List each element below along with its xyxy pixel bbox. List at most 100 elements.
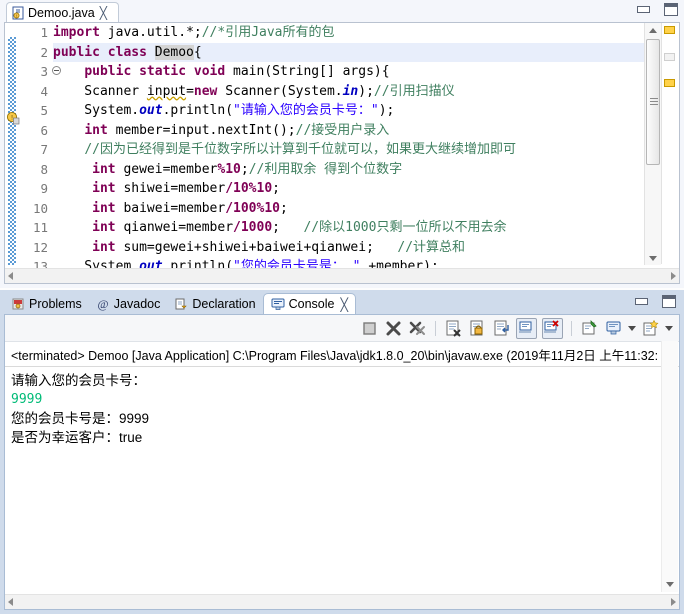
code-token: ; — [272, 181, 280, 196]
code-token: //*引用Java所有的包 — [201, 25, 335, 40]
xx-icon[interactable] — [408, 319, 427, 338]
line-number: 12 — [32, 239, 48, 255]
code-token: int — [92, 220, 124, 235]
problems-icon — [11, 297, 25, 311]
editor-change-gutter: ! — [5, 23, 20, 283]
code-token: ; — [272, 220, 304, 235]
new-console-icon[interactable] — [641, 319, 660, 338]
code-token: input — [146, 83, 187, 99]
code-token: %10 — [217, 161, 241, 177]
line-number: 8 — [40, 161, 48, 177]
java-file-icon: ! — [11, 6, 25, 20]
editor-frame: ! 1 2 3 4 5 6 7 8 9 10 11 12 13 import java.util.*;/… — [4, 22, 680, 284]
code-line[interactable]: //因为已经得到是千位数字所以计算到千位就可以，如果更大继续增加即可 — [53, 140, 645, 160]
chevron-down-icon-2[interactable] — [665, 326, 673, 331]
console-window-buttons — [635, 295, 676, 308]
editor-tab-row: ! Demoo.java ╳ — [0, 0, 684, 22]
line-number: 11 — [32, 220, 48, 235]
code-token: /10%10 — [225, 181, 273, 196]
code-line[interactable]: int baiwei=member/100%10; — [53, 199, 645, 219]
code-token: //因为已经得到是千位数字所以计算到千位就可以，如果更大继续增加即可 — [84, 142, 516, 157]
line-number: 9 — [40, 181, 48, 196]
show-console-error-icon[interactable] — [542, 318, 563, 339]
ruler-marker-empty — [664, 53, 675, 61]
code-line[interactable]: System.out.println("请输入您的会员卡号："); — [53, 101, 645, 121]
console-part: Problems @ Javadoc Declaration Console ╳ — [0, 290, 684, 614]
word-wrap-icon[interactable] — [492, 319, 511, 338]
console-output-line: 是否为幸运客户：true — [11, 430, 143, 445]
ruler-marker-warning-2[interactable] — [664, 79, 675, 87]
chevron-down-icon[interactable] — [628, 326, 636, 331]
maximize-icon[interactable] — [662, 295, 676, 308]
stop-square-icon[interactable] — [360, 319, 379, 338]
show-console-icon[interactable] — [516, 318, 537, 339]
code-line[interactable]: int gewei=member%10;//利用取余 得到个位数字 — [53, 160, 645, 180]
console-tab-javadoc[interactable]: @ Javadoc — [89, 293, 168, 314]
ruler-marker-warning[interactable] — [664, 26, 675, 34]
scroll-down-arrow[interactable] — [645, 251, 661, 265]
overview-ruler[interactable] — [661, 23, 678, 264]
editor-horizontal-scrollbar[interactable] — [5, 268, 679, 283]
code-line[interactable]: int member=input.nextInt();//接受用户录入 — [53, 121, 645, 141]
code-line[interactable]: int qianwei=member/1000; //除以1000只剩一位所以不… — [53, 218, 645, 238]
console-tab-declaration[interactable]: Declaration — [167, 293, 262, 314]
editor-part: ! Demoo.java ╳ ! 1 2 3 4 5 6 7 8 9 10 11… — [0, 0, 684, 288]
code-line[interactable]: public static void main(String[] args){ — [53, 62, 645, 82]
lock-icon[interactable] — [468, 319, 487, 338]
svg-text:@: @ — [97, 297, 108, 311]
scroll-left-arrow[interactable] — [8, 598, 13, 606]
code-token: int — [92, 181, 124, 196]
code-line[interactable]: int sum=gewei+shiwei+baiwei+qianwei; //计… — [53, 238, 645, 258]
console-tab-problems[interactable]: Problems — [4, 293, 89, 314]
minimize-icon[interactable] — [635, 298, 648, 305]
console-horizontal-scrollbar[interactable] — [5, 594, 679, 609]
clear-console-icon[interactable] — [444, 319, 463, 338]
display-console-icon[interactable] — [604, 319, 623, 338]
code-token: import — [53, 25, 108, 40]
code-line[interactable]: public class Demoo{ — [53, 42, 645, 62]
scroll-right-arrow[interactable] — [671, 598, 676, 606]
code-token: gewei=member — [123, 161, 218, 177]
code-line[interactable]: import java.util.*;//*引用Java所有的包 — [53, 23, 645, 43]
minimize-icon[interactable] — [637, 6, 650, 13]
maximize-icon[interactable] — [664, 3, 678, 16]
code-text-area[interactable]: import java.util.*;//*引用Java所有的包 public c… — [53, 23, 645, 283]
code-token: baiwei=member — [123, 200, 226, 216]
scroll-left-arrow[interactable] — [8, 272, 13, 280]
close-icon[interactable]: ╳ — [100, 7, 107, 19]
code-token: out — [139, 103, 163, 118]
console-input-line: 9999 — [11, 392, 43, 407]
javadoc-icon: @ — [96, 297, 110, 311]
pin-icon[interactable] — [580, 319, 599, 338]
code-token: Scanner(System. — [225, 83, 343, 99]
code-token: public class — [53, 44, 155, 60]
console-vertical-scrollbar[interactable] — [661, 341, 678, 592]
scrollbar-thumb[interactable] — [646, 39, 660, 165]
code-line[interactable]: Scanner input=new Scanner(System.in);//引… — [53, 82, 645, 102]
scroll-down-arrow[interactable] — [662, 577, 678, 592]
code-token: .println( — [162, 103, 234, 118]
console-tabs: Problems @ Javadoc Declaration Console ╳ — [4, 292, 356, 314]
editor-vertical-scrollbar[interactable] — [644, 23, 661, 265]
console-toolbar-icons — [360, 318, 673, 339]
line-number: 7 — [40, 142, 48, 157]
close-icon[interactable]: ╳ — [340, 297, 348, 312]
code-line[interactable]: int shiwei=member/10%10; — [53, 179, 645, 199]
code-token: //接受用户录入 — [295, 122, 390, 138]
console-output[interactable]: 请输入您的会员卡号： 9999 您的会员卡号是：9999 是否为幸运客户：true — [5, 367, 679, 451]
scroll-right-arrow[interactable] — [671, 272, 676, 280]
x-icon[interactable] — [384, 319, 403, 338]
scroll-up-arrow[interactable] — [645, 23, 661, 37]
code-token: /1000 — [233, 220, 273, 235]
code-token: ; — [240, 161, 249, 177]
declaration-icon — [174, 297, 188, 311]
editor-tab-demoo-java[interactable]: ! Demoo.java ╳ — [6, 2, 119, 22]
code-token: in — [342, 83, 359, 99]
change-bar — [8, 37, 16, 265]
console-tab-console[interactable]: Console ╳ — [262, 293, 356, 314]
